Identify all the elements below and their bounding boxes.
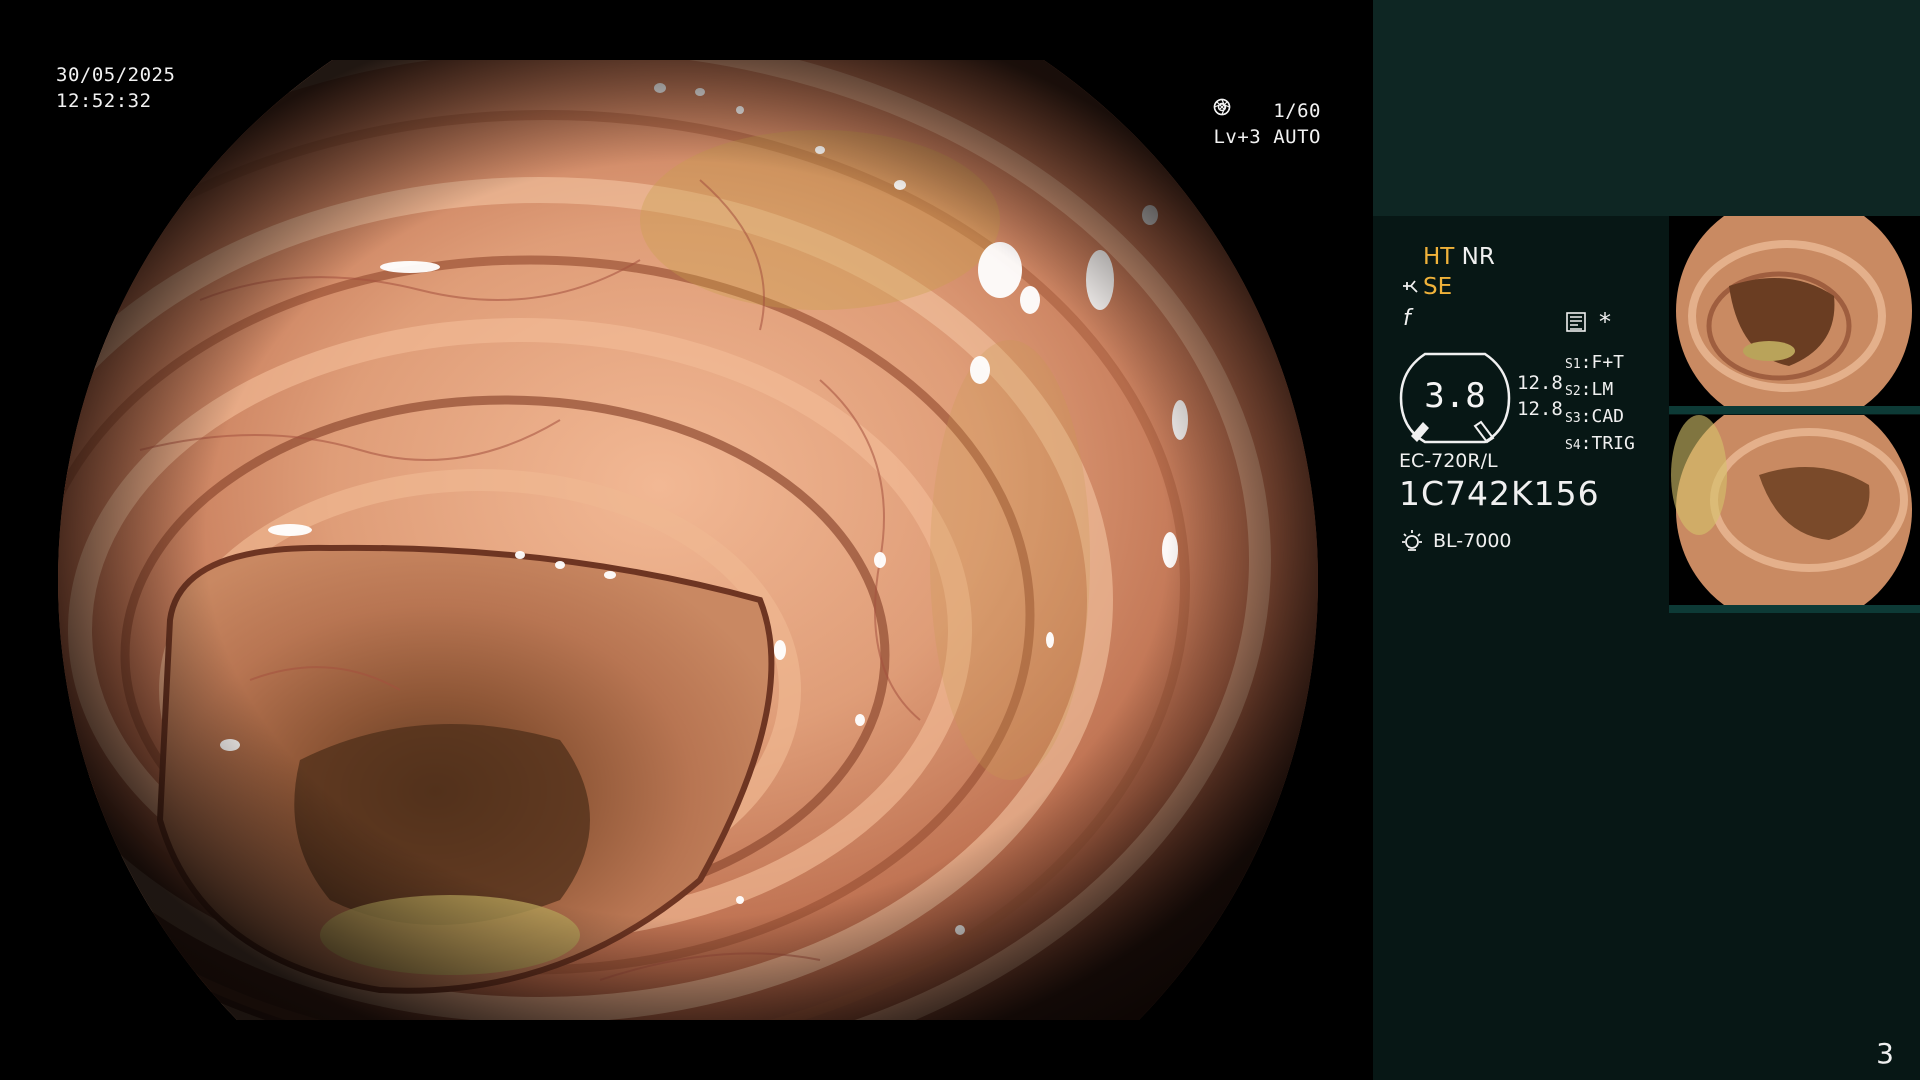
switch-row: S1:F+T [1565, 352, 1625, 373]
asterisk-label: * [1599, 308, 1611, 336]
time-label: 12:52:32 [56, 90, 152, 112]
gauge-value: 3.8 [1424, 376, 1486, 416]
switch-row: S2:LM [1565, 379, 1614, 400]
se-label: SE [1423, 274, 1453, 300]
datetime: 30/05/2025 12:52:32 [56, 62, 175, 114]
endoscope-view: 30/05/2025 12:52:32 1/60 Lv+3 AUTO [0, 0, 1373, 1080]
level-row: Lv+3 AUTO [1213, 98, 1321, 150]
ht-label: HT [1423, 244, 1455, 270]
switch-row: S3:CAD [1565, 406, 1625, 427]
screen: 30/05/2025 12:52:32 1/60 Lv+3 AUTO HT NR… [0, 0, 1920, 1080]
switch-key: S3 [1565, 411, 1581, 426]
ht-nr-row: HT NR [1423, 244, 1495, 270]
light-source-row: BL-7000 [1399, 528, 1512, 554]
switch-key: S1 [1565, 357, 1581, 372]
gauge-numbers: 12.8 12.8 [1517, 370, 1563, 422]
date-label: 30/05/2025 [56, 64, 176, 86]
gauge-number-2: 12.8 [1517, 398, 1563, 420]
shutter-speed: 1/60 [1273, 100, 1321, 122]
switch-value: TRIG [1591, 433, 1635, 454]
thumbnail-bar [1669, 406, 1920, 414]
status-icons: * [1565, 308, 1611, 336]
brightness-level: Lv+3 [1213, 126, 1262, 148]
scope-serial: 1C742K156 [1399, 474, 1600, 513]
lamp-icon [1402, 530, 1422, 551]
light-source-label: BL-7000 [1433, 530, 1512, 552]
switch-key: S2 [1565, 384, 1581, 399]
scope-tip-icon [1403, 280, 1418, 293]
auto-iris-icon [1214, 98, 1231, 116]
panel-header-area [1373, 0, 1920, 216]
switch-key: S4 [1565, 438, 1581, 453]
thumbnail-2[interactable] [1669, 415, 1920, 605]
thumbnail-1[interactable] [1669, 216, 1920, 406]
switch-value: CAD [1591, 406, 1625, 427]
iris-mode: AUTO [1273, 126, 1321, 148]
thumbnail-bar [1669, 605, 1920, 613]
switch-row: S4:TRIG [1565, 433, 1635, 454]
switch-list: S1:F+T S2:LM S3:CAD S4:TRIG [1565, 350, 1635, 458]
exposure-info: 1/60 Lv+3 AUTO [1213, 98, 1321, 150]
se-row: SE [1401, 274, 1452, 300]
gauge-number-1: 12.8 [1517, 372, 1563, 394]
endoscope-image [58, 60, 1318, 1020]
nr-label: NR [1461, 244, 1495, 270]
f-icon: f [1403, 306, 1411, 331]
record-icon [1566, 312, 1586, 332]
thumbnail-image [1671, 415, 1912, 605]
switch-value: F+T [1591, 352, 1625, 373]
page-number: 3 [1876, 1037, 1894, 1070]
scope-model: EC-720R/L [1399, 450, 1498, 472]
switch-value: LM [1591, 379, 1614, 400]
thumbnail-image [1676, 216, 1912, 406]
